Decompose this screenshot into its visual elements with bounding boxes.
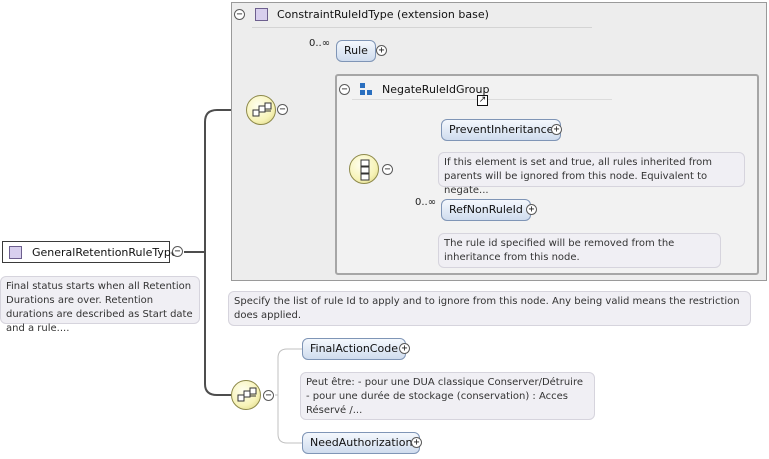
expand-prevent-inheritance-button[interactable]: + — [551, 124, 562, 135]
expand-final-action-code-button[interactable]: + — [399, 343, 410, 354]
prevent-inheritance-element[interactable]: PreventInheritance — [441, 119, 562, 141]
rule-cardinality: 0..∞ — [309, 38, 331, 49]
sequence-compositor-lower — [231, 380, 261, 410]
refnon-cardinality: 0..∞ — [415, 197, 437, 208]
sequence-icon — [252, 102, 272, 117]
group-title: NegateRuleIdGroup — [382, 83, 490, 96]
root-type-doc: Final status starts when all Retention D… — [0, 276, 200, 334]
collapse-group-button[interactable]: − — [339, 84, 350, 95]
extension-doc: Specify the list of rule Id to apply and… — [228, 291, 751, 326]
complex-type-icon — [255, 8, 268, 21]
need-authorization-element[interactable]: NeedAuthorization — [302, 432, 421, 454]
need-auth-connector — [277, 395, 302, 444]
sequence-icon — [237, 387, 257, 402]
expand-ref-non-rule-id-button[interactable]: + — [526, 204, 537, 215]
ref-non-rule-id-element[interactable]: RefNonRuleId — [441, 199, 531, 221]
group-reference-link-icon[interactable]: ↗ — [477, 95, 488, 106]
group-icon — [360, 83, 374, 97]
final-action-code-element[interactable]: FinalActionCode — [302, 338, 406, 360]
extension-title: ConstraintRuleIdType (extension base) — [277, 8, 489, 21]
collapse-extension-button[interactable]: − — [234, 9, 245, 20]
sequence-compositor-inner — [349, 154, 379, 184]
collapse-upper-sequence-button[interactable]: − — [277, 104, 288, 115]
sequence-compositor-upper — [246, 95, 276, 125]
root-type-box[interactable]: GeneralRetentionRuleType — [2, 241, 178, 263]
expand-need-authorization-button[interactable]: + — [411, 437, 422, 448]
collapse-lower-sequence-button[interactable]: − — [263, 390, 274, 401]
expand-rule-button[interactable]: + — [376, 45, 387, 56]
sequence-icon — [360, 159, 370, 181]
collapse-inner-sequence-button[interactable]: − — [382, 164, 393, 175]
complex-type-icon — [9, 246, 22, 259]
rule-element[interactable]: Rule — [336, 40, 376, 62]
final-action-connector — [275, 348, 302, 396]
extension-header-divider — [252, 27, 592, 28]
final-action-code-doc: Peut être: - pour une DUA classique Cons… — [300, 372, 595, 420]
ref-non-rule-id-doc: The rule id specified will be removed fr… — [438, 233, 721, 268]
collapse-root-button[interactable]: − — [172, 246, 183, 257]
prevent-inheritance-doc: If this element is set and true, all rul… — [438, 152, 745, 196]
root-type-name: GeneralRetentionRuleType — [32, 246, 178, 259]
root-connector-lower — [204, 252, 231, 396]
